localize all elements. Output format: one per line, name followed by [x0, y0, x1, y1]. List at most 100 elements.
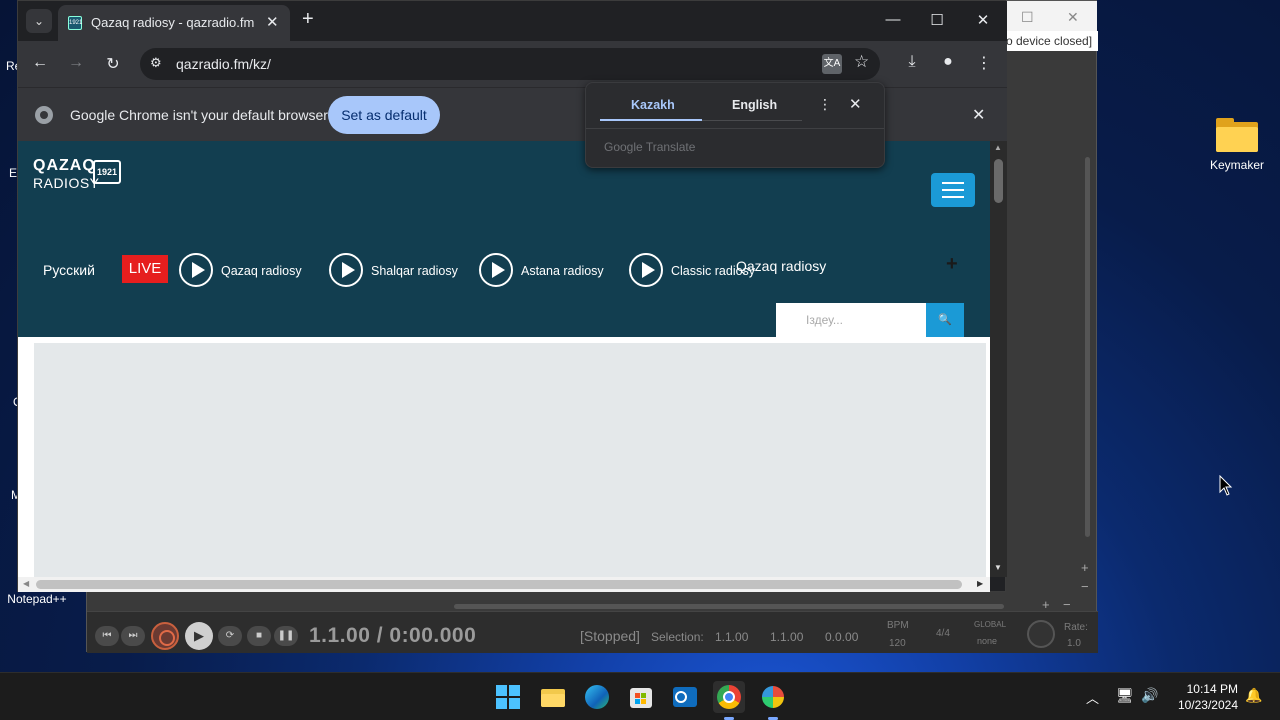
content-placeholder [34, 343, 986, 577]
language-link[interactable]: Русский [43, 262, 95, 278]
expand-plus-icon[interactable]: + [946, 253, 958, 276]
search-icon[interactable]: 🔍 [926, 303, 964, 337]
tab-close-icon[interactable]: ✕ [266, 13, 279, 31]
scroll-up-icon[interactable]: ▲ [994, 143, 1002, 152]
notification-bell-icon[interactable]: 🔔 [1245, 687, 1262, 704]
play-icon[interactable] [479, 253, 513, 287]
chrome-logo-icon [35, 106, 53, 124]
infobar-close-icon[interactable]: ✕ [972, 105, 985, 125]
hamburger-menu-icon[interactable] [931, 173, 975, 207]
rate-value[interactable]: 1.0 [1067, 638, 1081, 649]
address-bar[interactable]: ⚙ qazradio.fm/kz/ 文A ☆ [140, 48, 880, 80]
loop-icon[interactable]: ⟳ [218, 626, 242, 646]
close-window-icon[interactable]: ✕ [968, 11, 998, 29]
popup-separator [586, 128, 884, 129]
infobar-message: Google Chrome isn't your default browser [70, 107, 328, 123]
selection-length[interactable]: 0.0.00 [825, 630, 858, 644]
desktop-icon-label: Notepad++ [7, 592, 67, 606]
bpm-value[interactable]: 120 [889, 638, 906, 649]
maximize-icon[interactable]: ☐ [922, 11, 952, 29]
page-horizontal-scrollbar[interactable]: ◀ ▶ [18, 577, 990, 592]
daw-close-icon[interactable]: ✕ [1067, 9, 1079, 26]
skip-forward-icon[interactable]: ⏭ [121, 626, 145, 646]
clock[interactable]: 10:14 PM 10/23/2024 [1170, 681, 1238, 713]
daw-zoom-out-icon[interactable]: − [1081, 579, 1089, 594]
scroll-left-icon[interactable]: ◀ [23, 579, 29, 588]
profile-icon[interactable]: ● [937, 53, 959, 71]
search-input[interactable] [776, 303, 926, 337]
url-text[interactable]: qazradio.fm/kz/ [176, 56, 271, 72]
reload-icon[interactable]: ↻ [103, 54, 123, 74]
logo-line1: QAZAQ [33, 157, 96, 174]
record-button[interactable] [151, 622, 179, 650]
translate-icon[interactable]: 文A [822, 54, 842, 74]
translate-options-icon[interactable]: ⋮ [818, 96, 832, 113]
stop-icon[interactable]: ■ [247, 626, 271, 646]
back-icon[interactable]: ← [30, 54, 50, 72]
station-label: Astana radiosy [521, 264, 604, 278]
page-vertical-scrollbar[interactable]: ▲ ▼ [990, 141, 1007, 577]
selection-end[interactable]: 1.1.00 [770, 630, 803, 644]
global-label: GLOBAL [974, 620, 1007, 629]
logo-line2: RADIOSY [33, 175, 100, 191]
play-icon[interactable] [329, 253, 363, 287]
rate-knob[interactable] [1027, 620, 1055, 648]
site-logo[interactable]: QAZAQ RADIOSY 1921 [33, 157, 122, 191]
scroll-thumb[interactable] [994, 159, 1003, 203]
daw-hzoom-out-icon[interactable]: − [1063, 597, 1071, 612]
play-button[interactable]: ▶ [185, 622, 213, 650]
volume-icon[interactable]: 🔊 [1141, 687, 1158, 704]
new-tab-icon[interactable]: + [302, 8, 314, 31]
daw-vertical-scrollbar[interactable] [1082, 141, 1092, 561]
scroll-right-icon[interactable]: ▶ [977, 579, 983, 588]
daw-status-text: o device closed] [1006, 31, 1098, 51]
minimize-icon[interactable]: — [878, 11, 908, 28]
translate-target-tab[interactable]: English [732, 98, 777, 112]
desktop-icon-notepadpp[interactable]: Notepad++ [0, 592, 74, 606]
tab-divider [702, 120, 802, 121]
scroll-down-icon[interactable]: ▼ [994, 563, 1002, 572]
daw-transport-bar: ⏮ ⏭ ▶ ⟳ ■ ❚❚ 1.1.00 / 0:00.000 [Stopped]… [87, 611, 1098, 653]
time-display: 1.1.00 / 0:00.000 [309, 624, 477, 647]
site-favicon-icon: 1921 [68, 16, 82, 30]
bookmark-star-icon[interactable]: ☆ [854, 52, 869, 72]
tray-overflow-icon[interactable]: ︿ [1086, 688, 1099, 707]
forward-icon[interactable]: → [66, 54, 86, 72]
network-icon[interactable]: 🖥 [1116, 687, 1134, 704]
set-default-button[interactable]: Set as default [328, 96, 440, 134]
hscroll-thumb[interactable] [36, 580, 962, 589]
edge-icon[interactable] [581, 681, 613, 713]
start-icon[interactable] [492, 681, 524, 713]
site-info-icon[interactable]: ⚙ [150, 55, 162, 71]
app-icon[interactable] [757, 681, 789, 720]
global-value[interactable]: none [977, 636, 997, 646]
download-icon[interactable]: ⤓ [901, 53, 923, 71]
daw-hzoom-in-icon[interactable]: + [1042, 597, 1050, 612]
google-translate-brand: Google Translate [604, 140, 696, 154]
skip-back-icon[interactable]: ⏮ [95, 626, 119, 646]
browser-tab[interactable]: 1921 Qazaq radiosy - qazradio.fm | K ✕ [58, 5, 290, 41]
file-explorer-icon[interactable] [537, 681, 569, 713]
tab-search-icon[interactable]: ⌄ [26, 9, 52, 33]
play-icon[interactable] [629, 253, 663, 287]
pause-icon[interactable]: ❚❚ [274, 626, 298, 646]
bpm-label: BPM [887, 620, 909, 631]
translate-source-tab[interactable]: Kazakh [631, 98, 675, 112]
translate-close-icon[interactable]: ✕ [849, 95, 862, 113]
selection-start[interactable]: 1.1.00 [715, 630, 748, 644]
daw-zoom-in-icon[interactable]: + [1081, 560, 1089, 575]
daw-horizontal-scrollbar[interactable] [442, 601, 1017, 611]
chrome-icon[interactable] [713, 681, 745, 720]
daw-maximize-icon[interactable]: ☐ [1021, 9, 1034, 26]
live-badge[interactable]: LIVE [122, 255, 168, 283]
menu-dots-icon[interactable]: ⋮ [973, 53, 995, 73]
folder-icon [1216, 118, 1258, 152]
store-icon[interactable] [625, 681, 657, 713]
desktop-icon-keymaker[interactable]: Keymaker [1206, 118, 1268, 172]
clock-time: 10:14 PM [1186, 682, 1238, 696]
time-signature[interactable]: 4/4 [936, 628, 950, 639]
active-tab-underline [600, 119, 702, 121]
daw-titlebar: ☐ ✕ [1007, 1, 1097, 31]
play-icon[interactable] [179, 253, 213, 287]
outlook-icon[interactable] [669, 681, 701, 713]
